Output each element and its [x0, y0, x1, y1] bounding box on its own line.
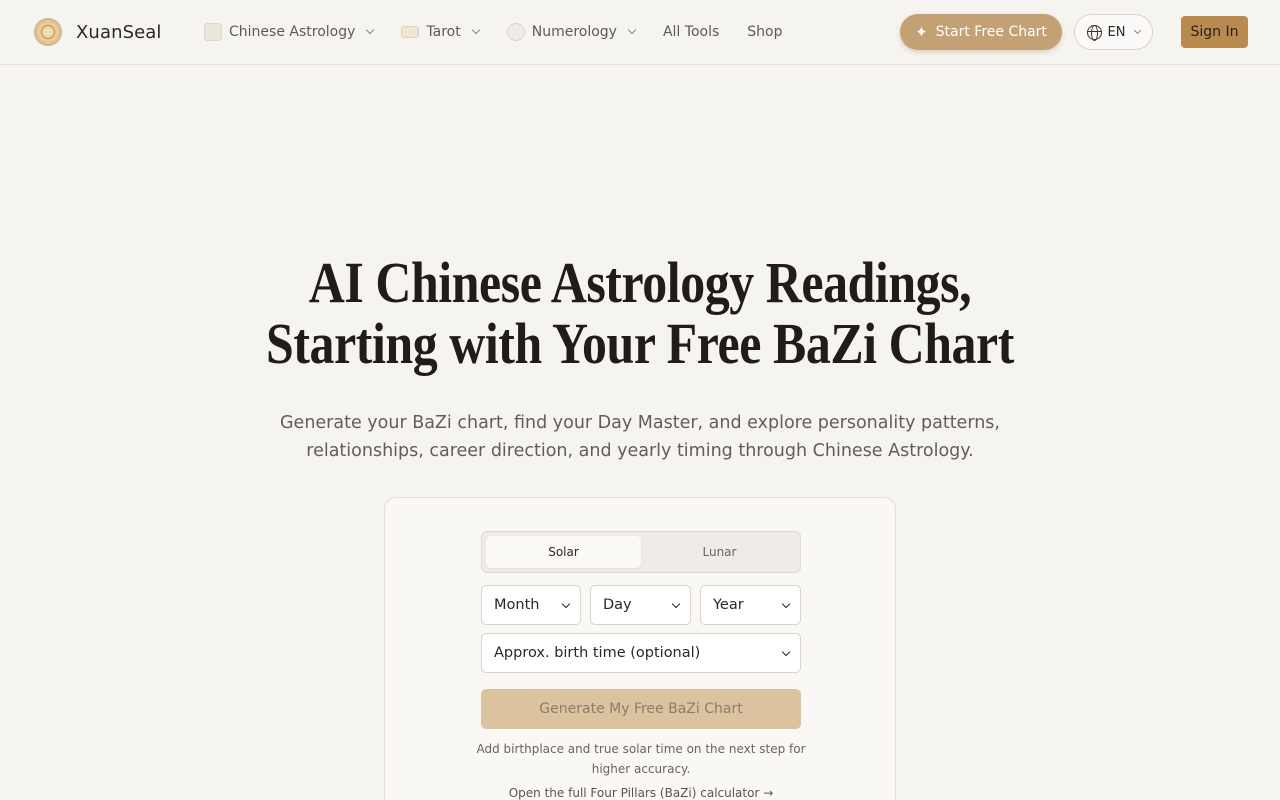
- nav-label: Shop: [747, 24, 783, 40]
- nav-label: Numerology: [531, 24, 617, 40]
- language-label: EN: [1107, 24, 1126, 40]
- chevron-down-icon: [781, 599, 791, 609]
- year-select-value: Year: [713, 597, 744, 613]
- day-select[interactable]: Day: [590, 585, 691, 625]
- chevron-down-icon: [471, 25, 480, 35]
- chevron-down-icon: [1134, 26, 1142, 34]
- page-title-line-2: Starting with Your Free BaZi Chart: [266, 311, 1014, 376]
- astrology-icon: [204, 23, 222, 41]
- page-subtitle-line-1: Generate your BaZi chart, find your Day …: [280, 413, 1000, 433]
- month-select-value: Month: [494, 597, 540, 613]
- nav-item-numerology[interactable]: Numerology: [506, 18, 637, 46]
- accuracy-note: Add birthplace and true solar time on th…: [471, 739, 811, 779]
- main-nav: Chinese Astrology Tarot Numerology All T…: [204, 18, 810, 46]
- page-subtitle: Generate your BaZi chart, find your Day …: [240, 409, 1040, 465]
- language-selector[interactable]: EN: [1074, 14, 1153, 50]
- page-title-line-1: AI Chinese Astrology Readings,: [308, 250, 972, 315]
- chevron-down-icon: [781, 647, 791, 657]
- chevron-down-icon: [671, 599, 681, 609]
- birth-time-select-value: Approx. birth time (optional): [494, 645, 701, 661]
- page-title: AI Chinese Astrology Readings, Starting …: [210, 252, 1070, 374]
- numerology-icon: [506, 23, 525, 41]
- start-free-chart-label: Start Free Chart: [935, 24, 1047, 40]
- month-select[interactable]: Month: [481, 585, 581, 625]
- year-select[interactable]: Year: [700, 585, 801, 625]
- bazi-form-card: Solar Lunar Month Day Year Approx. birth…: [384, 497, 896, 800]
- nav-item-tarot[interactable]: Tarot: [401, 18, 480, 46]
- nav-item-chinese-astrology[interactable]: Chinese Astrology: [204, 18, 375, 46]
- page-subtitle-line-2: relationships, career direction, and yea…: [306, 441, 974, 461]
- chevron-down-icon: [627, 25, 637, 35]
- brand-logo-link[interactable]: XuanSeal: [34, 17, 162, 47]
- accuracy-note-line-2: higher accuracy.: [591, 762, 691, 776]
- sign-in-button[interactable]: Sign In: [1181, 16, 1248, 48]
- full-calculator-link[interactable]: Open the full Four Pillars (BaZi) calcul…: [471, 786, 811, 800]
- nav-item-shop[interactable]: Shop: [747, 18, 782, 46]
- calendar-type-toggle: Solar Lunar: [481, 531, 801, 573]
- nav-item-all-tools[interactable]: All Tools: [663, 18, 719, 46]
- chevron-down-icon: [366, 25, 375, 35]
- chevron-down-icon: [561, 599, 571, 609]
- site-header: XuanSeal Chinese Astrology Tarot Numerol…: [0, 0, 1280, 65]
- tarot-icon: [401, 26, 420, 38]
- nav-label: Chinese Astrology: [229, 24, 356, 40]
- brand-name: XuanSeal: [76, 21, 162, 43]
- nav-label: All Tools: [662, 24, 720, 40]
- nav-label: Tarot: [426, 24, 461, 40]
- start-free-chart-button[interactable]: ✦ Start Free Chart: [900, 14, 1062, 50]
- tab-lunar[interactable]: Lunar: [642, 536, 797, 568]
- accuracy-note-line-1: Add birthplace and true solar time on th…: [476, 742, 806, 756]
- tab-solar[interactable]: Solar: [486, 536, 641, 568]
- generate-chart-button[interactable]: Generate My Free BaZi Chart: [481, 689, 801, 729]
- sparkle-icon: ✦: [915, 23, 928, 41]
- day-select-value: Day: [603, 597, 632, 613]
- seal-logo-icon: [34, 18, 62, 46]
- globe-icon: [1086, 24, 1102, 41]
- birth-time-select[interactable]: Approx. birth time (optional): [481, 633, 801, 673]
